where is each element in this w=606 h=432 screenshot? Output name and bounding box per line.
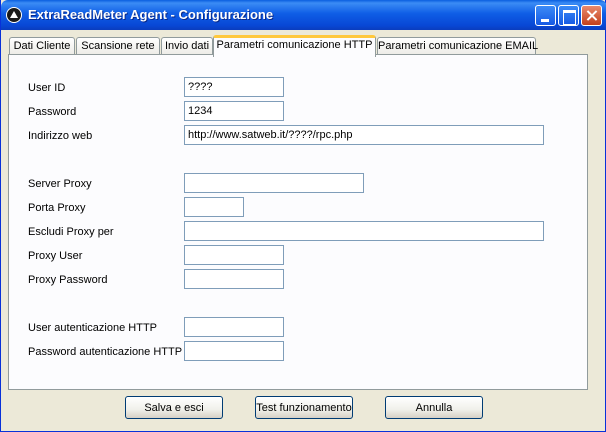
password-input[interactable] xyxy=(184,101,284,121)
save-and-exit-button[interactable]: Salva e esci xyxy=(125,396,223,419)
app-icon[interactable] xyxy=(6,7,22,23)
proxy-port-label: Porta Proxy xyxy=(28,202,86,214)
proxy-exclude-label: Escludi Proxy per xyxy=(28,226,114,238)
tab-invio-dati[interactable]: Invio dati xyxy=(161,37,213,55)
http-auth-password-input[interactable] xyxy=(184,341,284,361)
title-bar[interactable]: ExtraReadMeter Agent - Configurazione xyxy=(1,0,606,30)
user-id-label: User ID xyxy=(28,82,66,94)
proxy-port-input[interactable] xyxy=(184,197,244,217)
web-address-label: Indirizzo web xyxy=(28,130,93,142)
http-auth-user-label: User autenticazione HTTP xyxy=(28,322,157,334)
proxy-password-input[interactable] xyxy=(184,269,284,289)
web-address-input[interactable] xyxy=(184,125,544,145)
tab-scansione-rete[interactable]: Scansione rete xyxy=(76,37,160,55)
tab-parametri-http[interactable]: Parametri comunicazione HTTP xyxy=(213,35,376,57)
cancel-button[interactable]: Annulla xyxy=(385,396,483,419)
minimize-button[interactable] xyxy=(535,5,556,26)
proxy-password-label: Proxy Password xyxy=(28,274,108,286)
tab-dati-cliente[interactable]: Dati Cliente xyxy=(9,37,75,55)
window-title: ExtraReadMeter Agent - Configurazione xyxy=(28,7,274,22)
tab-parametri-email[interactable]: Parametri comunicazione EMAIL xyxy=(377,37,538,55)
user-id-input[interactable] xyxy=(184,77,284,97)
http-auth-user-input[interactable] xyxy=(184,317,284,337)
test-button[interactable]: Test funzionamento xyxy=(255,396,353,419)
proxy-user-input[interactable] xyxy=(184,245,284,265)
maximize-button[interactable] xyxy=(558,5,579,26)
proxy-user-label: Proxy User xyxy=(28,250,83,262)
http-auth-password-label: Password autenticazione HTTP xyxy=(28,346,183,358)
config-window: ExtraReadMeter Agent - Configurazione Da… xyxy=(0,0,606,432)
proxy-exclude-input[interactable] xyxy=(184,221,544,241)
password-label: Password xyxy=(28,106,77,118)
proxy-server-input[interactable] xyxy=(184,173,364,193)
proxy-server-label: Server Proxy xyxy=(28,178,92,190)
close-button[interactable] xyxy=(581,5,602,26)
